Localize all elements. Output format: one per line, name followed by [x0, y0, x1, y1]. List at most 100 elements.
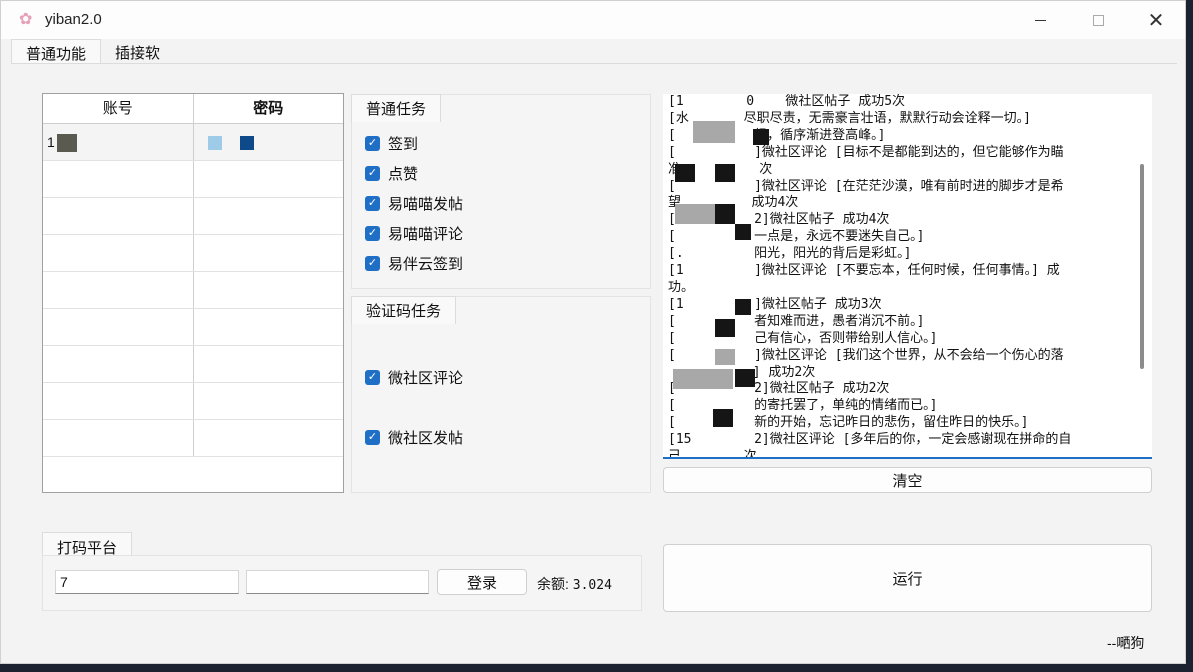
table-row[interactable] — [43, 309, 343, 346]
maximize-button[interactable] — [1069, 1, 1127, 39]
app-window: ✿ yiban2.0 ✕ 普通功能 插接软 账号 密码 1 普通任务 ✓ 签到 ✓… — [0, 0, 1186, 664]
balance-value: 3.024 — [572, 578, 612, 593]
table-row[interactable] — [43, 383, 343, 420]
normal-tasks-group: 普通任务 ✓ 签到 ✓ 点赞 ✓ 易喵喵发帖 ✓ 易喵喵评论 ✓ 易伴云签到 — [351, 94, 651, 289]
table-row[interactable] — [43, 346, 343, 383]
minimize-button[interactable] — [1011, 1, 1069, 39]
checkmark-icon: ✓ — [365, 256, 380, 271]
platform-password-input[interactable] — [246, 570, 429, 594]
cell-password[interactable] — [192, 420, 344, 456]
redacted-block — [735, 224, 751, 240]
checkbox-label: 签到 — [388, 136, 419, 153]
checkbox-like[interactable]: ✓ 点赞 — [365, 163, 418, 184]
redacted-block — [735, 369, 755, 387]
checkbox-label: 易喵喵发帖 — [388, 196, 464, 213]
log-line: 准 次 — [668, 161, 773, 177]
normal-tasks-title: 普通任务 — [351, 94, 442, 122]
cell-password[interactable] — [192, 272, 344, 308]
checkbox-label: 微社区发帖 — [388, 430, 464, 447]
log-scrollbar-thumb[interactable] — [1140, 164, 1144, 369]
log-line: [ 己有信心，否则带给别人信心。] — [668, 330, 938, 346]
tab-bar: 普通功能 插接软 — [11, 39, 174, 63]
log-line: [ ]微社区评论 [目标不是都能到达的，但它能够作为瞄 — [668, 144, 1064, 160]
column-header-account[interactable]: 账号 — [43, 94, 193, 123]
checkmark-icon: ✓ — [365, 430, 380, 445]
log-line: [ 的寄托罢了，单纯的情绪而已。] — [668, 398, 938, 414]
log-output[interactable]: [1 0 微社区帖子 成功5次 [水 尽职尽责，无需豪言壮语，默默行动会诠释一切。… — [663, 94, 1152, 459]
redacted-block — [735, 299, 751, 315]
minimize-icon — [1034, 19, 1046, 21]
desktop-edge — [1186, 0, 1193, 672]
checkmark-icon: ✓ — [365, 196, 380, 211]
cell-password[interactable] — [192, 198, 344, 234]
title-bar: ✿ yiban2.0 ✕ — [1, 1, 1185, 39]
redacted-block — [713, 409, 733, 427]
tab-plugin[interactable]: 插接软 — [101, 39, 174, 63]
log-line: [15 2]微社区评论 [多年后的你，一定会感谢现在拼命的自 — [668, 432, 1072, 448]
checkbox-signin[interactable]: ✓ 签到 — [365, 133, 418, 154]
table-row[interactable] — [43, 198, 343, 235]
cell-password[interactable] — [192, 161, 344, 197]
checkmark-icon: ✓ — [365, 166, 380, 181]
platform-username-input[interactable]: 7 — [55, 570, 239, 594]
cell-account[interactable] — [43, 235, 193, 271]
cell-account[interactable]: 1 — [43, 124, 193, 160]
table-row[interactable] — [43, 420, 343, 457]
redacted-block — [675, 164, 695, 182]
balance-label: 余额: — [537, 576, 569, 592]
log-line: [水 尽职尽责，无需豪言壮语，默默行动会诠释一切。] — [668, 110, 1031, 126]
checkbox-community-comment[interactable]: ✓ 微社区评论 — [365, 367, 463, 388]
cell-account[interactable] — [43, 420, 193, 456]
checkbox-yibanyun-signin[interactable]: ✓ 易伴云签到 — [365, 253, 463, 274]
captcha-tasks-group: 验证码任务 ✓ 微社区评论 ✓ 微社区发帖 — [351, 296, 651, 493]
table-row[interactable]: 1 — [43, 124, 343, 161]
checkbox-label: 微社区评论 — [388, 370, 464, 387]
checkbox-community-post[interactable]: ✓ 微社区发帖 — [365, 427, 463, 448]
account-value: 1 — [47, 134, 55, 150]
cell-password[interactable] — [192, 383, 344, 419]
log-line: [ ]微社区评论 [在茫茫沙漠，唯有前时进的脚步才是希 — [668, 178, 1064, 194]
column-header-password[interactable]: 密码 — [192, 94, 344, 123]
redacted-block — [693, 121, 735, 143]
checkbox-yimiaomiao-comment[interactable]: ✓ 易喵喵评论 — [365, 223, 463, 244]
redacted-block — [715, 164, 735, 182]
log-line: [ ]微社区评论 [我们这个世界，从不会给一个伤心的落 — [668, 347, 1064, 363]
author-signature: --嗮狗 — [1107, 635, 1145, 651]
checkmark-icon: ✓ — [365, 370, 380, 385]
cell-account[interactable] — [43, 346, 193, 382]
log-line: [ 新的开始，忘记昨日的悲伤，留住昨日的快乐。] — [668, 415, 1029, 431]
cell-account[interactable] — [43, 309, 193, 345]
cell-account[interactable] — [43, 383, 193, 419]
log-line: 功。 — [668, 279, 695, 295]
log-line: [1 0 微社区帖子 成功5次 — [668, 94, 906, 109]
cell-password[interactable] — [192, 309, 344, 345]
cell-account[interactable] — [43, 272, 193, 308]
table-row[interactable] — [43, 161, 343, 198]
redacted-block — [675, 204, 715, 224]
cell-password[interactable] — [192, 235, 344, 271]
redacted-block — [56, 134, 77, 153]
cell-account[interactable] — [43, 198, 193, 234]
log-line: [ 者知难而进，愚者消沉不前。] — [668, 313, 925, 329]
checkbox-label: 易喵喵评论 — [388, 226, 464, 243]
table-row[interactable] — [43, 272, 343, 309]
checkbox-yimiaomiao-post[interactable]: ✓ 易喵喵发帖 — [365, 193, 463, 214]
window-title: yiban2.0 — [45, 11, 102, 28]
run-button[interactable]: 运行 — [663, 544, 1152, 612]
redacted-block — [239, 136, 254, 151]
log-line: [ 经，循序渐进登高峰。] — [668, 127, 886, 143]
cell-password[interactable] — [192, 346, 344, 382]
clear-button[interactable]: 清空 — [663, 467, 1152, 493]
redacted-block — [715, 319, 735, 337]
redacted-block — [715, 349, 735, 365]
captcha-tasks-title: 验证码任务 — [351, 296, 457, 324]
account-table[interactable]: 账号 密码 1 — [42, 93, 344, 493]
checkmark-icon: ✓ — [365, 226, 380, 241]
cell-password[interactable] — [192, 124, 344, 160]
tab-normal-functions[interactable]: 普通功能 — [11, 39, 102, 63]
table-row[interactable] — [43, 235, 343, 272]
login-button[interactable]: 登录 — [437, 569, 527, 595]
checkmark-icon: ✓ — [365, 136, 380, 151]
close-button[interactable]: ✕ — [1127, 1, 1185, 39]
cell-account[interactable] — [43, 161, 193, 197]
